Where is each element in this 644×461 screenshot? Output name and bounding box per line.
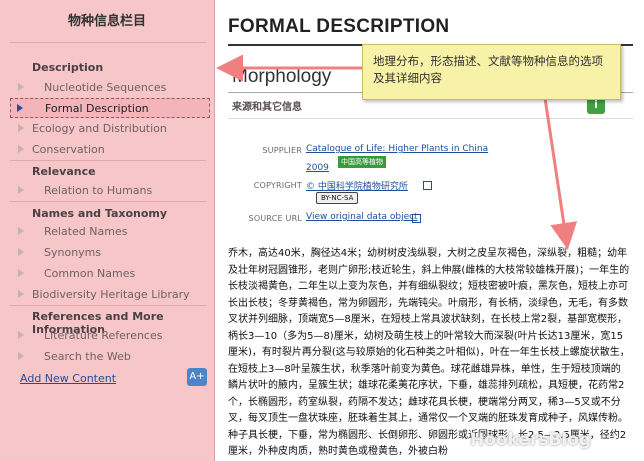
sidebar-item-label: Search the Web	[44, 350, 131, 363]
sidebar-item-label: Nucleotide Sequences	[44, 81, 167, 94]
triangle-right-icon	[18, 269, 24, 277]
sidebar-item-label: Conservation	[32, 143, 105, 156]
sidebar-item-common-names[interactable]: Common Names	[0, 264, 214, 284]
triangle-right-icon	[18, 83, 24, 91]
sidebar-item-label: Common Names	[44, 267, 136, 280]
sidebar-item-label: Relation to Humans	[44, 184, 153, 197]
sidebar-divider	[10, 305, 206, 306]
callout-text: 地理分布，形态描述、文献等物种信息的选项及其详细内容	[373, 54, 603, 85]
sidebar-section-names: Names and Taxonomy	[32, 207, 168, 220]
sidebar-item-bhl[interactable]: Biodiversity Heritage Library	[0, 285, 214, 305]
sidebar-item-synonyms[interactable]: Synonyms	[0, 243, 214, 263]
triangle-right-icon	[18, 331, 24, 339]
sidebar-section-description: Description	[32, 61, 104, 74]
sidebar-item-label: Biodiversity Heritage Library	[32, 288, 190, 301]
annotation-callout: 地理分布，形态描述、文献等物种信息的选项及其详细内容	[362, 44, 621, 100]
sidebar-item-label: Formal Description	[45, 102, 149, 115]
supplier-label: SUPPLIER	[262, 146, 302, 155]
sidebar-item-search-web[interactable]: Search the Web	[0, 347, 214, 367]
sidebar-divider	[10, 201, 206, 202]
sidebar-item-formal-description[interactable]: Formal Description	[10, 98, 210, 118]
sidebar-item-ecology[interactable]: Ecology and Distribution	[0, 119, 214, 139]
triangle-right-icon	[18, 248, 24, 256]
cc-license-badge[interactable]: BY-NC-SA	[316, 192, 359, 204]
triangle-right-icon	[18, 186, 24, 194]
morphology-description-text: 乔木，高达40米，胸径达4米；幼树树皮浅纵裂，大树之皮呈灰褐色，深纵裂，粗糙；幼…	[228, 248, 630, 457]
sidebar-item-label: Literature References	[44, 329, 163, 342]
species-info-sidebar: 物种信息栏目 Description Nucleotide Sequences …	[0, 0, 215, 461]
triangle-right-icon	[18, 352, 24, 360]
sidebar-divider	[10, 42, 206, 43]
source-info-heading: 来源和其它信息	[232, 102, 302, 113]
section-heading: Morphology	[232, 66, 332, 87]
triangle-right-icon	[17, 104, 23, 112]
supplier-link[interactable]: Catalogue of Life: Higher Plants in Chin…	[306, 144, 488, 154]
add-content-icon[interactable]: A+	[187, 368, 207, 386]
sidebar-item-label: Ecology and Distribution	[32, 122, 167, 135]
triangle-right-icon	[18, 145, 24, 153]
triangle-right-icon	[18, 227, 24, 235]
copyright-link[interactable]: © 中国科学院植物研究所	[306, 179, 408, 192]
sidebar-item-literature[interactable]: Literature References	[0, 326, 214, 346]
supplier-logo-badge: 中国高等植物	[338, 156, 386, 168]
external-link-icon	[412, 214, 421, 223]
external-link-icon	[423, 181, 432, 190]
sidebar-item-nucleotide[interactable]: Nucleotide Sequences	[0, 78, 214, 98]
copyright-label: COPYRIGHT	[253, 181, 302, 190]
sidebar-item-label: Related Names	[44, 225, 128, 238]
sidebar-item-label: Synonyms	[44, 246, 102, 259]
watermark-text: HookersBlog	[470, 430, 592, 450]
source-url-label: SOURCE URL	[248, 214, 302, 223]
sidebar-item-related-names[interactable]: Related Names	[0, 222, 214, 242]
supplier-year-link[interactable]: 2009	[306, 163, 329, 173]
sidebar-divider	[10, 160, 206, 161]
triangle-right-icon	[18, 124, 24, 132]
sidebar-item-conservation[interactable]: Conservation	[0, 140, 214, 160]
subsection-divider	[228, 118, 633, 119]
sidebar-item-relation[interactable]: Relation to Humans	[0, 181, 214, 201]
triangle-right-icon	[18, 290, 24, 298]
sidebar-section-relevance: Relevance	[32, 165, 96, 178]
page-title: FORMAL DESCRIPTION	[228, 16, 450, 37]
source-url-link[interactable]: View original data object	[306, 212, 418, 222]
sidebar-title: 物种信息栏目	[67, 14, 146, 29]
add-new-content-link[interactable]: Add New Content	[20, 372, 116, 385]
